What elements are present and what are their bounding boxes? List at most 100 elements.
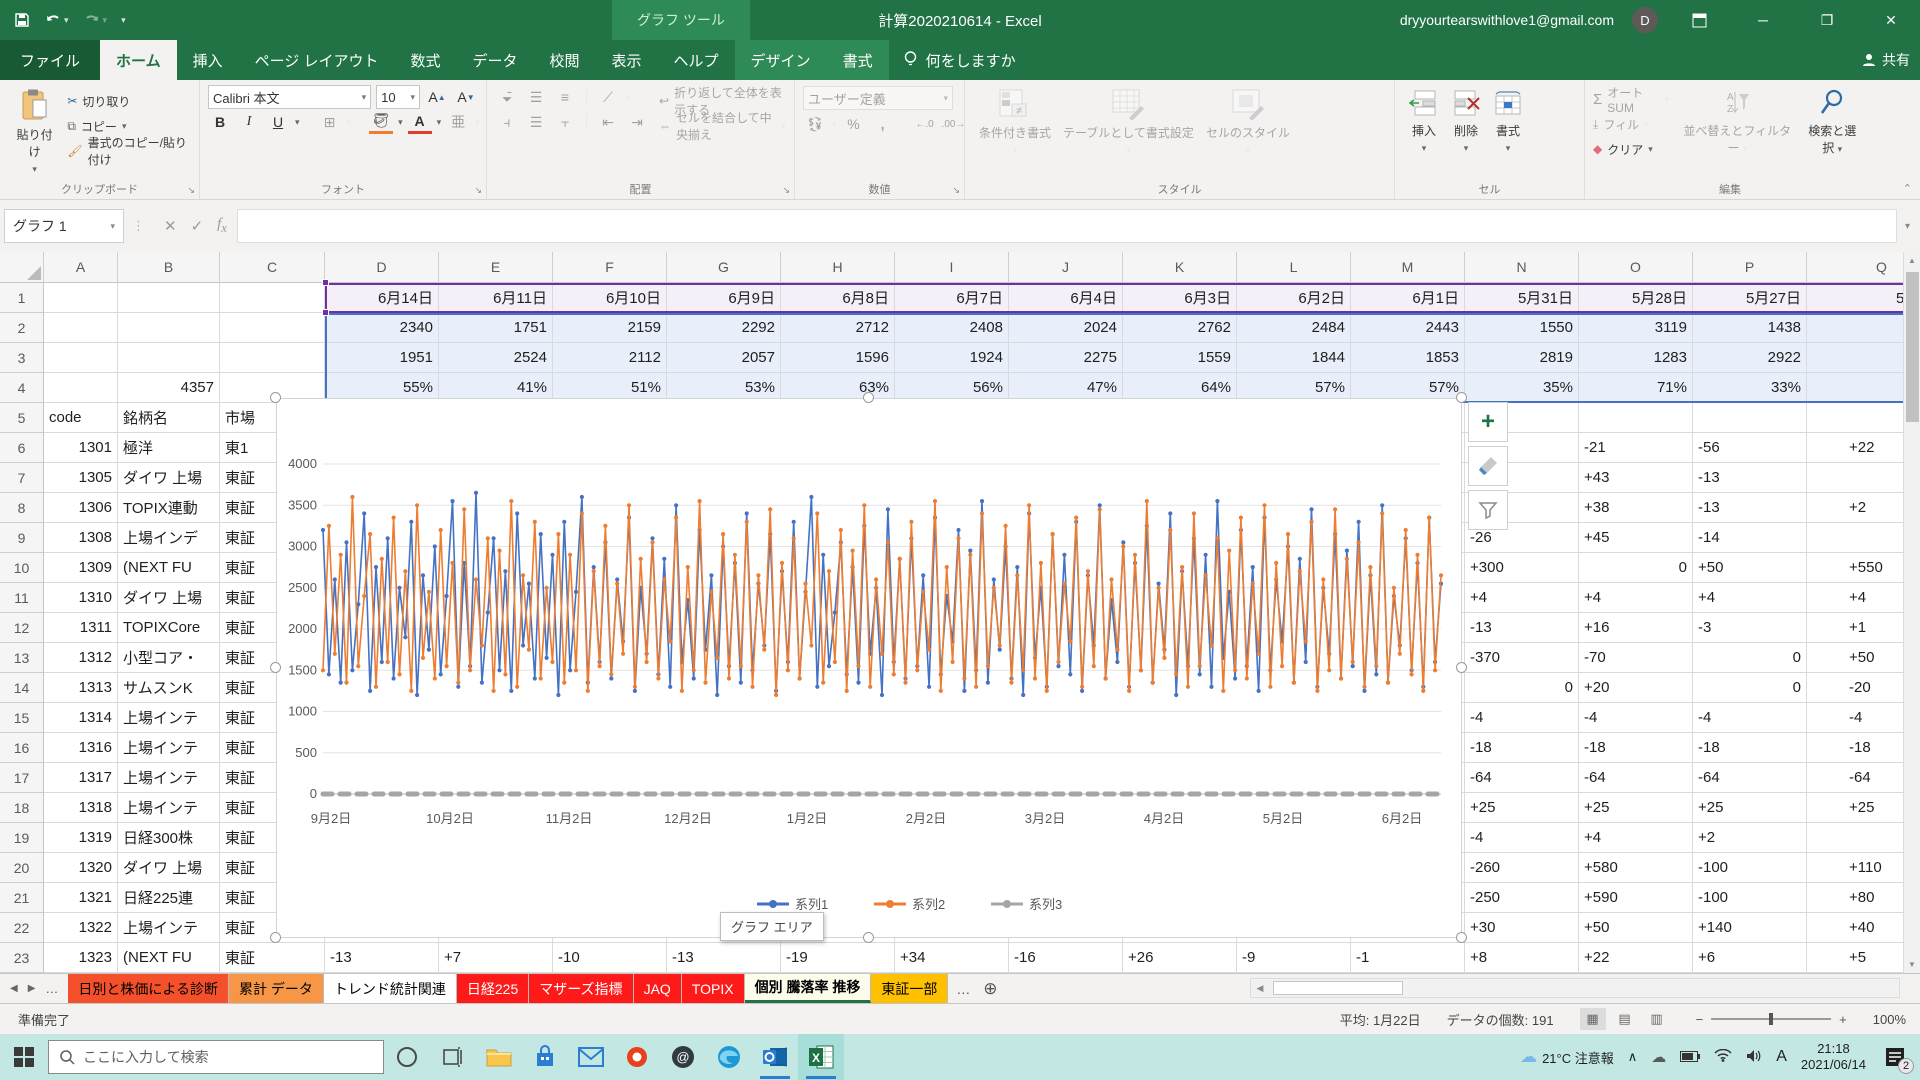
ime-indicator[interactable]: A [1776, 1048, 1787, 1066]
expand-formula-bar-icon[interactable]: ▾ [1905, 221, 1920, 232]
cell-A3[interactable] [44, 343, 118, 373]
cell-B23[interactable]: (NEXT FU [118, 943, 220, 973]
cell-A21[interactable]: 1321 [44, 883, 118, 913]
cell-N11[interactable]: +4 [1465, 583, 1579, 613]
cell-L2[interactable]: 2484 [1237, 313, 1351, 343]
tab-formulas[interactable]: 数式 [394, 40, 456, 80]
font-dialog-launcher[interactable]: ↘ [474, 185, 482, 196]
cell-O8[interactable]: +38 [1579, 493, 1693, 523]
cell-I2[interactable]: 2408 [895, 313, 1009, 343]
column-header-J[interactable]: J [1009, 252, 1123, 283]
sheet-tab-4[interactable]: 日経225 [457, 974, 529, 1003]
cell-B12[interactable]: TOPIXCore [118, 613, 220, 643]
cell-O18[interactable]: +25 [1579, 793, 1693, 823]
cell-M3[interactable]: 1853 [1351, 343, 1465, 373]
row-header-11[interactable]: 11 [0, 583, 44, 613]
clear-button[interactable]: ◆クリア▾ [1593, 138, 1669, 160]
row-header-7[interactable]: 7 [0, 463, 44, 493]
scroll-up-icon[interactable]: ▲ [1904, 252, 1920, 269]
insert-cells-button[interactable]: 挿入▾ [1403, 86, 1445, 156]
cell-A7[interactable]: 1305 [44, 463, 118, 493]
hscroll-thumb[interactable] [1273, 981, 1403, 995]
cell-N23[interactable]: +8 [1465, 943, 1579, 973]
cell-B1[interactable] [118, 283, 220, 313]
cell-P6[interactable]: -56 [1693, 433, 1807, 463]
chart-area[interactable]: 050010001500200025003000350040009月2日10月2… [276, 398, 1462, 938]
taskbar-search-box[interactable]: ここに入力して検索 [48, 1040, 384, 1074]
row-header-16[interactable]: 16 [0, 733, 44, 763]
cell-B6[interactable]: 極洋 [118, 433, 220, 463]
cell-K23[interactable]: +26 [1123, 943, 1237, 973]
column-header-L[interactable]: L [1237, 252, 1351, 283]
cell-K1[interactable]: 6月3日 [1123, 283, 1237, 313]
row-header-14[interactable]: 14 [0, 673, 44, 703]
sheet-tab-5[interactable]: マザーズ指標 [529, 974, 633, 1003]
row-header-21[interactable]: 21 [0, 883, 44, 913]
increase-font-icon[interactable]: A▲ [425, 85, 449, 109]
cell-D3[interactable]: 1951 [325, 343, 439, 373]
cell-P5[interactable] [1693, 403, 1807, 433]
cell-B8[interactable]: TOPIX連動 [118, 493, 220, 523]
cell-B17[interactable]: 上場インテ [118, 763, 220, 793]
task-view-icon[interactable] [430, 1034, 476, 1080]
cell-H3[interactable]: 1596 [781, 343, 895, 373]
chart-elements-button[interactable]: + [1468, 402, 1508, 442]
delete-cells-button[interactable]: 削除▾ [1445, 86, 1487, 156]
row-header-22[interactable]: 22 [0, 913, 44, 943]
cell-J2[interactable]: 2024 [1009, 313, 1123, 343]
font-size-combo[interactable]: 10▾ [376, 85, 420, 109]
fill-color-icon[interactable]: 🪣︎ [369, 110, 393, 134]
italic-button[interactable]: I [237, 110, 261, 134]
column-header-F[interactable]: F [553, 252, 667, 283]
cell-G1[interactable]: 6月9日 [667, 283, 781, 313]
cell-L3[interactable]: 1844 [1237, 343, 1351, 373]
cell-O9[interactable]: +45 [1579, 523, 1693, 553]
cell-N10[interactable]: +300 [1465, 553, 1579, 583]
cell-D2[interactable]: 2340 [325, 313, 439, 343]
zoom-in-icon[interactable]: + [1839, 1012, 1847, 1027]
cell-A20[interactable]: 1320 [44, 853, 118, 883]
excel-icon[interactable]: X [798, 1034, 844, 1080]
tab-help[interactable]: ヘルプ [658, 40, 735, 80]
cell-N19[interactable]: -4 [1465, 823, 1579, 853]
cell-D23[interactable]: -13 [325, 943, 439, 973]
cell-C1[interactable] [220, 283, 325, 313]
cell-O2[interactable]: 3119 [1579, 313, 1693, 343]
paste-button[interactable]: 貼り付け▾ [8, 86, 61, 177]
cell-O6[interactable]: -21 [1579, 433, 1693, 463]
cell-C2[interactable] [220, 313, 325, 343]
row-header-3[interactable]: 3 [0, 343, 44, 373]
cell-P17[interactable]: -64 [1693, 763, 1807, 793]
start-button[interactable] [0, 1034, 48, 1080]
tab-chart-design[interactable]: デザイン [735, 40, 827, 80]
battery-icon[interactable] [1680, 1050, 1700, 1065]
row-header-20[interactable]: 20 [0, 853, 44, 883]
cell-J3[interactable]: 2275 [1009, 343, 1123, 373]
page-break-view-icon[interactable]: ▥ [1644, 1008, 1670, 1030]
chart-filter-button[interactable] [1468, 490, 1508, 530]
cell-G2[interactable]: 2292 [667, 313, 781, 343]
column-header-E[interactable]: E [439, 252, 553, 283]
cell-F23[interactable]: -10 [553, 943, 667, 973]
cell-B15[interactable]: 上場インテ [118, 703, 220, 733]
ribbon-display-options-icon[interactable] [1676, 0, 1722, 40]
cell-A12[interactable]: 1311 [44, 613, 118, 643]
cell-O22[interactable]: +50 [1579, 913, 1693, 943]
column-header-P[interactable]: P [1693, 252, 1807, 283]
cell-B3[interactable] [118, 343, 220, 373]
cell-M1[interactable]: 6月1日 [1351, 283, 1465, 313]
row-header-19[interactable]: 19 [0, 823, 44, 853]
cell-A19[interactable]: 1319 [44, 823, 118, 853]
cell-J1[interactable]: 6月4日 [1009, 283, 1123, 313]
cell-B20[interactable]: ダイワ 上場 [118, 853, 220, 883]
onedrive-icon[interactable]: ☁ [1651, 1048, 1666, 1066]
hidden-icons-chevron[interactable]: ∧ [1628, 1049, 1638, 1065]
account-email[interactable]: dryyourtearswithlove1@gmail.com [1400, 12, 1614, 28]
cell-A22[interactable]: 1322 [44, 913, 118, 943]
row-header-12[interactable]: 12 [0, 613, 44, 643]
cell-A8[interactable]: 1306 [44, 493, 118, 523]
cell-F2[interactable]: 2159 [553, 313, 667, 343]
chart-resize-handle[interactable] [1456, 392, 1467, 403]
cell-N1[interactable]: 5月31日 [1465, 283, 1579, 313]
cell-I23[interactable]: +34 [895, 943, 1009, 973]
